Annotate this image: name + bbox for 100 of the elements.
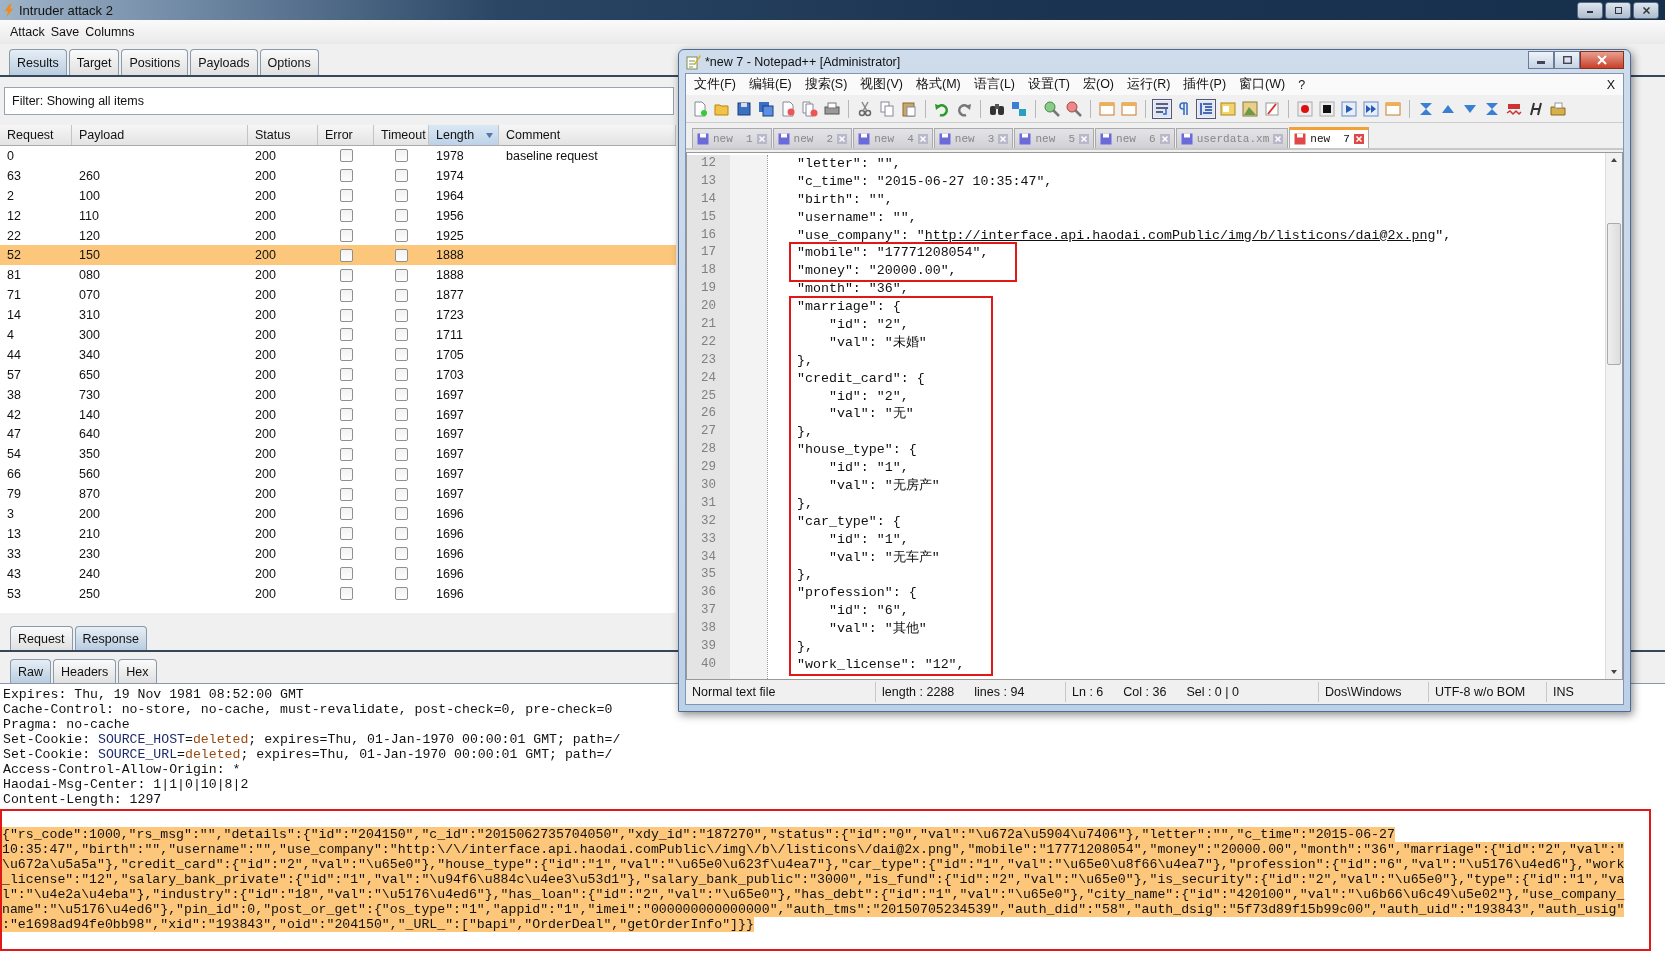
tab[interactable]: Target <box>68 49 120 75</box>
checkbox[interactable] <box>339 408 353 421</box>
close-file-icon[interactable] <box>780 100 796 117</box>
checkbox[interactable] <box>339 547 353 561</box>
checkbox[interactable] <box>395 368 408 382</box>
tab[interactable]: Hex <box>118 659 157 683</box>
scroll-thumb[interactable] <box>1607 223 1621 365</box>
checkbox[interactable] <box>339 268 353 282</box>
tab[interactable]: Request <box>10 626 73 650</box>
table-row[interactable]: 47 640 200 1697 <box>0 424 676 445</box>
minimize-button[interactable] <box>1528 50 1554 69</box>
expand-icon[interactable] <box>1484 100 1500 117</box>
checkbox[interactable] <box>339 368 353 382</box>
checkbox[interactable] <box>339 527 353 541</box>
menu-item[interactable]: 搜索(S) <box>804 76 848 93</box>
folder-icon[interactable] <box>1550 100 1566 117</box>
table-row[interactable]: 81 080 200 1888 <box>0 265 676 286</box>
tab[interactable]: Payloads <box>190 49 258 75</box>
checkbox[interactable] <box>395 229 408 242</box>
table-row[interactable]: 38 730 200 1697 <box>0 384 676 405</box>
close-icon[interactable] <box>917 133 928 144</box>
checkbox[interactable] <box>395 189 408 203</box>
table-row[interactable]: 12 110 200 1956 <box>0 205 676 226</box>
menu-item[interactable]: 窗口(W) <box>1239 76 1286 93</box>
new-file-icon[interactable] <box>692 100 708 117</box>
menu-item[interactable]: 文件(F) <box>694 76 736 93</box>
checkbox[interactable] <box>339 487 353 501</box>
checkbox[interactable] <box>395 527 408 541</box>
copy-icon[interactable] <box>879 100 895 117</box>
image-icon[interactable] <box>1242 100 1258 117</box>
checkbox[interactable] <box>395 587 408 601</box>
tab[interactable]: Results <box>9 49 67 75</box>
table-row[interactable]: 3 200 200 1696 <box>0 504 676 524</box>
table-row[interactable]: 44 340 200 1705 <box>0 344 676 365</box>
checkbox[interactable] <box>339 308 353 322</box>
fast-forward-icon[interactable] <box>1363 100 1379 117</box>
menu-item[interactable]: 编辑(E) <box>748 76 792 93</box>
checkbox[interactable] <box>339 467 353 481</box>
table-row[interactable]: 43 240 200 1696 <box>0 563 676 584</box>
checkbox[interactable] <box>395 149 408 163</box>
save-icon[interactable] <box>736 100 752 117</box>
window-icon[interactable] <box>1099 100 1115 117</box>
stop-icon[interactable] <box>1319 100 1335 117</box>
panel-icon[interactable] <box>1220 100 1236 117</box>
link[interactable]: http://interface.api.haodai.comPublic/img/b/listicons/dai@2x.png <box>924 227 1436 243</box>
table-row[interactable]: 53 250 200 1696 <box>0 583 676 604</box>
checkbox[interactable] <box>395 388 408 402</box>
table-row[interactable]: 79 870 200 1697 <box>0 484 676 505</box>
checkbox[interactable] <box>339 169 353 183</box>
menu-item[interactable]: ? <box>1298 77 1306 92</box>
menu-item[interactable]: Save <box>50 25 80 39</box>
checkbox[interactable] <box>339 328 353 342</box>
column-header[interactable]: Length <box>429 125 499 145</box>
zoom-in-icon[interactable] <box>1044 100 1060 117</box>
tab[interactable]: Options <box>259 49 319 75</box>
checkbox[interactable] <box>339 149 353 163</box>
checkbox[interactable] <box>395 288 408 302</box>
column-header[interactable]: Payload <box>72 125 248 145</box>
tab[interactable]: Raw <box>10 659 51 683</box>
collapse-icon[interactable] <box>1418 100 1434 117</box>
indent-guide-icon[interactable] <box>1198 100 1214 117</box>
down-arrow-icon[interactable] <box>1610 669 1618 675</box>
close-icon[interactable] <box>837 133 848 144</box>
table-row[interactable]: 4 300 200 1711 <box>0 325 676 345</box>
table-row[interactable]: 66 560 200 1697 <box>0 464 676 485</box>
table-row[interactable]: 52 150 200 1888 <box>0 245 676 266</box>
checkbox[interactable] <box>395 427 408 441</box>
tab[interactable]: Positions <box>121 49 189 75</box>
close-all-icon[interactable] <box>802 100 818 117</box>
checkbox[interactable] <box>339 348 353 362</box>
checkbox[interactable] <box>395 209 408 223</box>
play-icon[interactable] <box>1341 100 1357 117</box>
checkbox[interactable] <box>395 547 408 561</box>
checkbox[interactable] <box>339 209 353 223</box>
checkbox[interactable] <box>339 507 353 521</box>
checkbox[interactable] <box>395 268 408 282</box>
minimize-button[interactable] <box>1577 1 1603 19</box>
checkbox[interactable] <box>395 467 408 481</box>
paste-icon[interactable] <box>901 100 917 117</box>
checkbox[interactable] <box>339 248 353 262</box>
checkbox[interactable] <box>339 388 353 402</box>
menu-item[interactable]: 格式(M) <box>916 76 961 93</box>
table-row[interactable]: 2 100 200 1964 <box>0 185 676 206</box>
checkbox[interactable] <box>395 507 408 521</box>
close-button[interactable] <box>1633 1 1659 19</box>
close-document-button[interactable]: X <box>1606 77 1615 92</box>
close-icon[interactable] <box>1079 133 1090 144</box>
close-icon[interactable] <box>1353 134 1364 144</box>
menu-item[interactable]: Attack <box>10 25 45 39</box>
table-row[interactable]: 42 140 200 1697 <box>0 404 676 425</box>
save-all-icon[interactable] <box>758 100 774 117</box>
checkbox[interactable] <box>395 567 408 581</box>
table-row[interactable]: 33 230 200 1696 <box>0 543 676 564</box>
column-header[interactable]: Request <box>0 125 72 145</box>
table-row[interactable]: 0 200 1978 baseline request <box>0 146 676 166</box>
table-row[interactable]: 13 210 200 1696 <box>0 523 676 544</box>
menu-item[interactable]: 宏(O) <box>1083 76 1115 93</box>
table-row[interactable]: 71 070 200 1877 <box>0 285 676 306</box>
checkbox[interactable] <box>395 408 408 421</box>
close-icon[interactable] <box>1273 133 1284 144</box>
